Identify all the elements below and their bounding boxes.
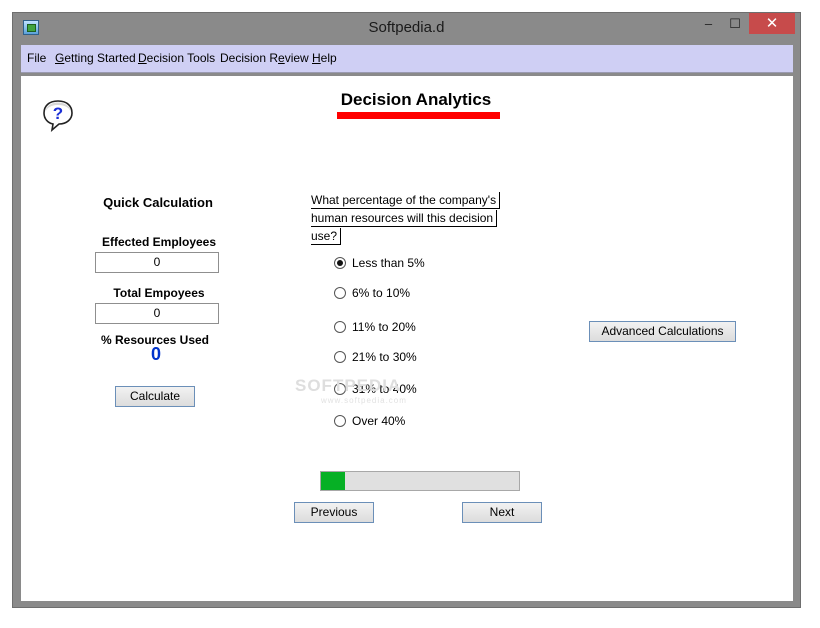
menu-decision-review[interactable]: Decision Review [220, 51, 309, 65]
page-title: Decision Analytics [340, 90, 492, 109]
option-label: 21% to 30% [352, 350, 417, 364]
resources-used-value: 0 [150, 344, 161, 364]
help-icon[interactable]: ? [41, 98, 75, 132]
menu-decision-tools[interactable]: Decision Tools [138, 51, 215, 65]
watermark-url: www.softpedia.com [321, 396, 407, 405]
advanced-calculations-button[interactable]: Advanced Calculations [589, 321, 736, 342]
next-button[interactable]: Next [462, 502, 542, 523]
progress-fill [321, 472, 345, 490]
close-button[interactable]: ✕ [749, 13, 795, 34]
radio-button[interactable] [334, 257, 346, 269]
question-text: What percentage of the company's human r… [311, 192, 521, 246]
option-label: 6% to 10% [352, 286, 411, 300]
question-line: What percentage of the company's [311, 192, 501, 209]
watermark: SOFTPEDIA [295, 376, 402, 395]
total-employees-field[interactable]: 0 [95, 303, 219, 324]
window-title: Softpedia.d [368, 19, 445, 36]
question-line: human resources will this decision [311, 210, 498, 227]
calculate-button[interactable]: Calculate [115, 386, 195, 407]
maximize-button[interactable]: ☐ [722, 13, 748, 34]
option-label: 11% to 20% [352, 320, 416, 334]
radio-button[interactable] [334, 287, 346, 299]
previous-button[interactable]: Previous [294, 502, 374, 523]
effected-employees-field[interactable]: 0 [95, 252, 219, 273]
title-underline [337, 112, 500, 119]
effected-employees-label: Effected Employees [101, 235, 217, 249]
option-label: Over 40% [352, 414, 406, 428]
radio-button[interactable] [334, 351, 346, 363]
question-line: use? [311, 228, 342, 245]
option-label: Less than 5% [352, 256, 425, 270]
quick-calculation-heading: Quick Calculation [103, 195, 213, 210]
progress-bar [320, 471, 520, 491]
minimize-button[interactable]: – [695, 13, 722, 34]
main-content: ? Decision Analytics Quick Calculation E… [21, 76, 793, 601]
total-employees-label: Total Empoyees [113, 286, 205, 300]
radio-button[interactable] [334, 415, 346, 427]
menu-file[interactable]: File [27, 51, 46, 65]
menu-getting-started[interactable]: Getting Started [55, 51, 136, 65]
svg-text:?: ? [53, 104, 63, 123]
radio-button[interactable] [334, 321, 346, 333]
menu-bar: File Getting Started Decision Tools Deci… [21, 45, 793, 73]
menu-help[interactable]: Help [312, 51, 337, 65]
title-bar[interactable]: Softpedia.d – ☐ ✕ [13, 13, 800, 43]
app-window: Softpedia.d – ☐ ✕ File Getting Started D… [12, 12, 801, 608]
